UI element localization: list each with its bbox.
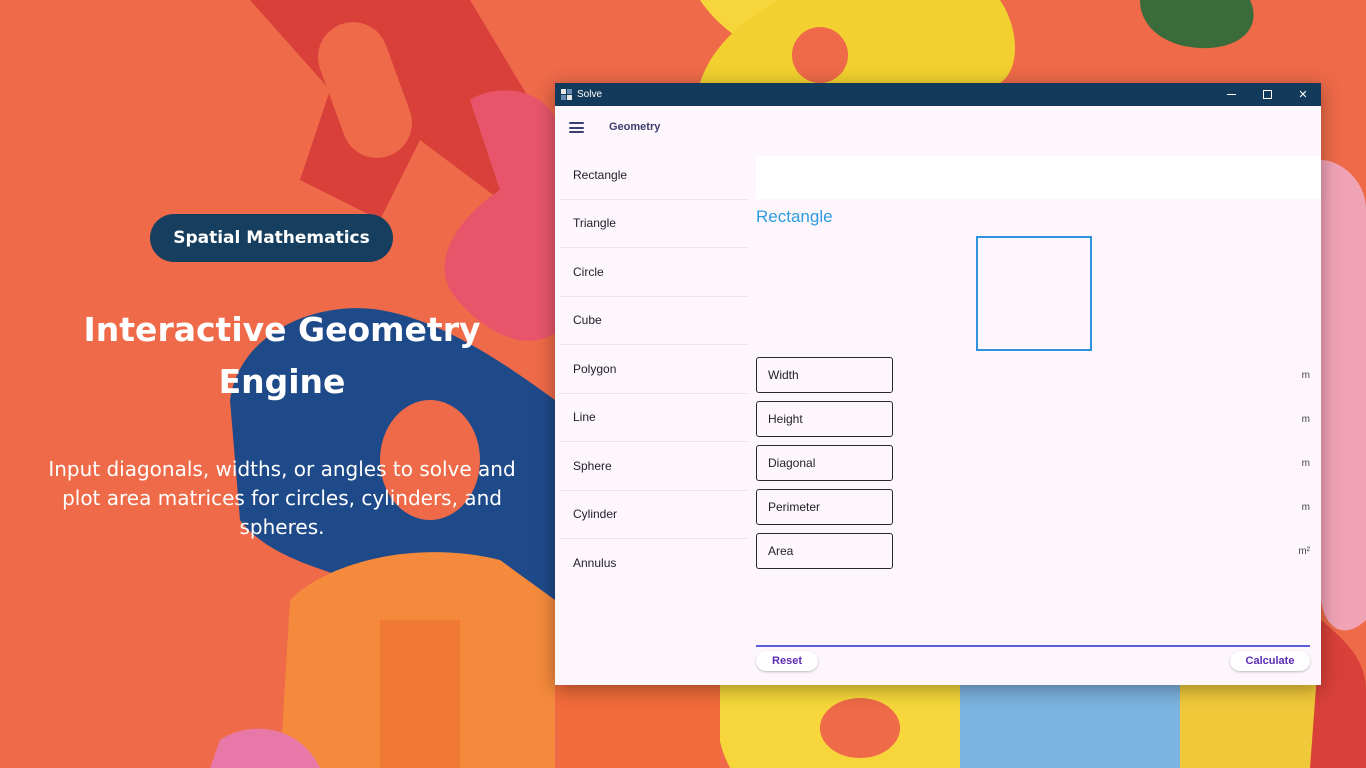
window-title: Solve (577, 89, 603, 100)
minimize-button[interactable] (1213, 83, 1249, 106)
app-icon (561, 89, 572, 100)
solver-panel: Rectangle m m m m m² Re (756, 151, 1321, 685)
hamburger-menu-icon[interactable] (569, 122, 584, 133)
area-unit: m² (1298, 546, 1310, 557)
shape-title: Rectangle (756, 207, 833, 226)
app-body: Rectangle Triangle Circle Cube Polygon L… (555, 151, 1321, 685)
page-title: Geometry (609, 121, 661, 133)
header-panel (756, 156, 1321, 199)
app-window: Solve ✕ Geometry Rectangle Triangle Circ… (555, 83, 1321, 685)
window-controls: ✕ (1213, 83, 1321, 106)
nav-item-polygon[interactable]: Polygon (560, 345, 748, 394)
nav-item-line[interactable]: Line (560, 394, 748, 442)
nav-item-cube[interactable]: Cube (560, 297, 748, 345)
area-input[interactable] (756, 533, 893, 569)
height-unit: m (1301, 414, 1310, 425)
perimeter-row: m (756, 489, 1310, 525)
promo-headline: Interactive Geometry Engine (83, 310, 481, 401)
nav-item-circle[interactable]: Circle (560, 248, 748, 297)
area-row: m² (756, 533, 1310, 569)
height-input[interactable] (756, 401, 893, 437)
title-bar[interactable]: Solve ✕ (555, 83, 1321, 106)
perimeter-input[interactable] (756, 489, 893, 525)
app-bar: Geometry (555, 106, 1321, 151)
diagonal-input[interactable] (756, 445, 893, 481)
diagonal-unit: m (1301, 458, 1310, 469)
reset-button[interactable]: Reset (756, 651, 818, 671)
perimeter-unit: m (1301, 502, 1310, 513)
category-badge: Spatial Mathematics (150, 214, 393, 262)
rectangle-preview (976, 236, 1092, 351)
height-row: m (756, 401, 1310, 437)
diagonal-row: m (756, 445, 1310, 481)
nav-item-rectangle[interactable]: Rectangle (560, 151, 748, 200)
close-button[interactable]: ✕ (1285, 83, 1321, 106)
action-divider (756, 645, 1310, 647)
nav-item-cylinder[interactable]: Cylinder (560, 491, 748, 539)
nav-item-annulus[interactable]: Annulus (560, 539, 748, 588)
calculate-button[interactable]: Calculate (1230, 651, 1310, 671)
width-row: m (756, 357, 1310, 393)
width-input[interactable] (756, 357, 893, 393)
promo-description: Input diagonals, widths, or angles to so… (48, 457, 516, 539)
nav-item-triangle[interactable]: Triangle (560, 200, 748, 248)
maximize-button[interactable] (1249, 83, 1285, 106)
shape-navigation: Rectangle Triangle Circle Cube Polygon L… (560, 151, 748, 588)
width-unit: m (1301, 370, 1310, 381)
nav-item-sphere[interactable]: Sphere (560, 442, 748, 491)
